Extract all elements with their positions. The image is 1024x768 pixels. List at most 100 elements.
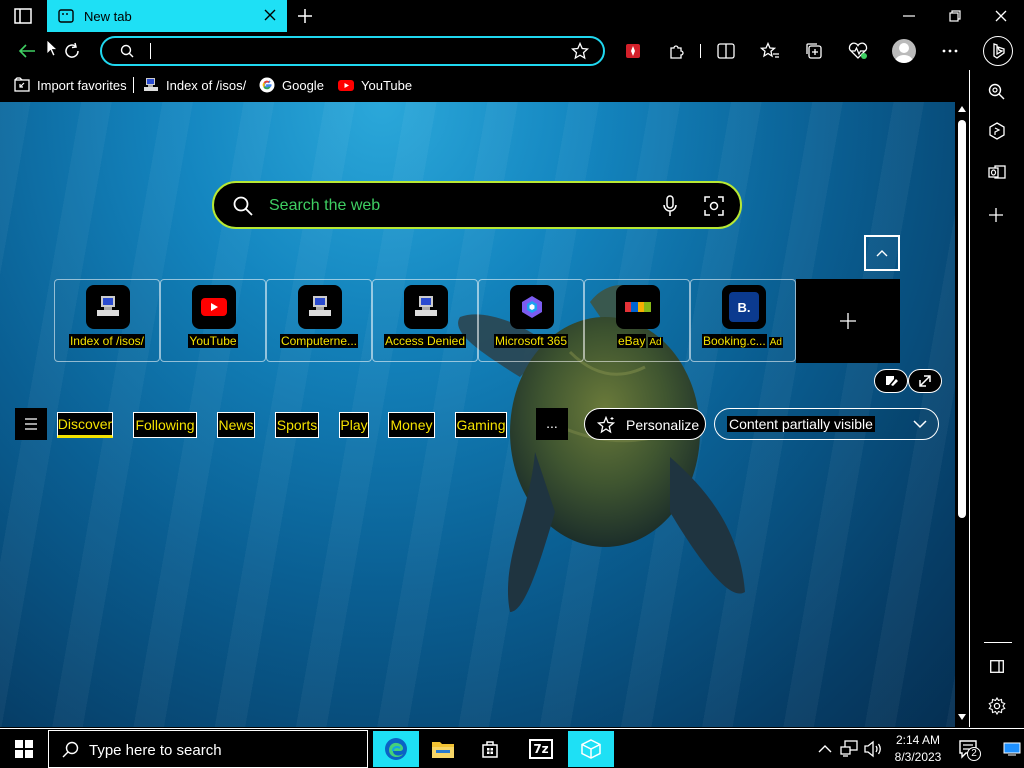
folder-icon	[432, 742, 454, 758]
tab-sports[interactable]: Sports	[275, 412, 319, 438]
add-sidebar-app-icon[interactable]	[989, 208, 1003, 222]
plus-icon	[840, 313, 856, 329]
page-scrollbar[interactable]	[955, 102, 969, 727]
taskbar-sandbox-button[interactable]	[568, 731, 614, 767]
favorite-label: Import favorites	[37, 77, 127, 93]
taskbar-edge-button[interactable]	[373, 731, 419, 767]
collections-icon[interactable]	[805, 42, 823, 60]
chevron-up-icon	[876, 250, 888, 257]
tab-money[interactable]: Money	[388, 412, 435, 438]
microphone-icon[interactable]	[663, 195, 677, 217]
browser-essentials-icon[interactable]	[848, 42, 868, 60]
quick-link-tile[interactable]: Access Denied	[372, 279, 478, 362]
search-sidebar-icon[interactable]	[988, 83, 1006, 101]
close-window-icon[interactable]	[995, 10, 1007, 22]
hide-sidebar-icon[interactable]	[990, 660, 1004, 673]
tab-news[interactable]: News	[217, 412, 255, 438]
taskbar-clock[interactable]: 2:14 AM 8/3/2023	[888, 732, 948, 766]
extensions-puzzle-icon[interactable]	[668, 42, 686, 60]
favorite-youtube[interactable]: YouTube	[338, 76, 412, 94]
navigation-toolbar	[0, 32, 1024, 70]
tab-label: Discover	[57, 416, 113, 432]
menu-button[interactable]	[15, 408, 47, 440]
quick-link-tile[interactable]: Computerne...	[266, 279, 372, 362]
extension-red-icon[interactable]	[625, 43, 641, 59]
bing-icon	[993, 43, 1005, 59]
favorite-label: Google	[282, 77, 324, 93]
volume-icon[interactable]	[864, 740, 884, 758]
taskbar-search-box[interactable]: Type here to search	[48, 730, 368, 768]
taskbar-file-explorer-button[interactable]	[420, 731, 466, 767]
show-hidden-icons-chevron-up-icon[interactable]	[818, 744, 832, 753]
windows-start-icon[interactable]	[15, 740, 33, 758]
profile-avatar[interactable]	[892, 39, 916, 63]
favorite-star-icon[interactable]	[571, 42, 589, 60]
favorite-index-of-isos[interactable]: Index of /isos/	[143, 76, 246, 94]
tab-following[interactable]: Following	[133, 412, 197, 438]
quick-link-label: Booking.c...	[702, 334, 767, 348]
tab-label: News	[218, 417, 254, 433]
new-tab-plus-icon[interactable]	[297, 8, 313, 24]
tab-label: Sports	[276, 417, 318, 433]
split-screen-icon[interactable]	[717, 43, 735, 59]
quick-link-tile[interactable]: Index of /isos/	[54, 279, 160, 362]
edge-icon	[385, 738, 407, 760]
scrollbar-thumb[interactable]	[958, 120, 966, 518]
outlook-icon[interactable]	[988, 163, 1006, 181]
taskbar-7zip-button[interactable]: 7z	[518, 731, 564, 767]
tab-new-tab[interactable]: New tab	[47, 0, 287, 32]
quick-link-tile[interactable]: B. Booking.c... Ad	[690, 279, 796, 362]
quick-link-tile[interactable]: Microsoft 365	[478, 279, 584, 362]
favorite-google[interactable]: Google	[259, 76, 324, 94]
store-bag-icon	[482, 741, 498, 758]
tab-label: Gaming	[456, 417, 506, 433]
tab-actions-icon[interactable]	[14, 8, 32, 24]
toolbar-divider	[700, 44, 701, 58]
network-icon[interactable]	[840, 740, 858, 758]
quick-link-label: YouTube	[188, 334, 238, 348]
taskbar-store-button[interactable]	[467, 731, 513, 767]
content-visibility-dropdown[interactable]: Content partially visible	[714, 408, 939, 440]
close-tab-icon[interactable]	[264, 9, 276, 21]
search-icon	[233, 196, 253, 216]
scroll-down-arrow-icon[interactable]	[958, 714, 966, 720]
copilot-button[interactable]	[983, 36, 1013, 66]
sidebar-divider	[984, 642, 1012, 643]
favorite-label: YouTube	[361, 77, 413, 93]
add-quick-link-button[interactable]	[796, 279, 900, 363]
shopping-tag-icon[interactable]	[988, 122, 1006, 140]
notification-center-icon[interactable]: 2	[958, 739, 981, 761]
focus-mode-button[interactable]	[908, 369, 942, 393]
restore-icon[interactable]	[949, 10, 961, 22]
expand-icon	[919, 375, 931, 387]
more-options-icon[interactable]	[942, 49, 958, 53]
personalize-button[interactable]: Personalize	[584, 408, 706, 440]
quick-link-tile[interactable]: YouTube	[160, 279, 266, 362]
edit-icon	[886, 376, 898, 386]
ad-badge: Ad	[648, 337, 663, 348]
back-icon[interactable]	[18, 43, 36, 59]
address-input[interactable]	[152, 41, 552, 61]
minimize-icon[interactable]	[903, 15, 915, 17]
quick-link-tile[interactable]: eBay Ad	[584, 279, 690, 362]
tab-gaming[interactable]: Gaming	[455, 412, 507, 438]
youtube-icon	[192, 285, 236, 329]
address-bar[interactable]	[100, 36, 605, 66]
collapse-quick-links-button[interactable]	[864, 235, 900, 271]
favorites-list-icon[interactable]	[760, 42, 780, 60]
customize-page-button[interactable]	[874, 369, 908, 393]
favorite-import-favorites[interactable]: Import favorites	[14, 76, 127, 94]
show-desktop-icon[interactable]	[1003, 742, 1021, 756]
clock-date: 8/3/2023	[894, 750, 942, 764]
tab-play[interactable]: Play	[339, 412, 369, 438]
more-tabs-button[interactable]: ...	[536, 408, 568, 440]
web-search-box[interactable]: Search the web	[212, 181, 742, 229]
tab-discover[interactable]: Discover	[57, 412, 113, 438]
scroll-up-arrow-icon[interactable]	[958, 106, 966, 112]
cube-icon	[581, 739, 601, 759]
refresh-icon[interactable]	[63, 42, 81, 60]
visual-search-icon[interactable]	[704, 196, 724, 216]
search-placeholder: Search the web	[269, 197, 381, 214]
settings-gear-icon[interactable]	[988, 697, 1006, 715]
quick-link-label: Computerne...	[279, 334, 359, 348]
